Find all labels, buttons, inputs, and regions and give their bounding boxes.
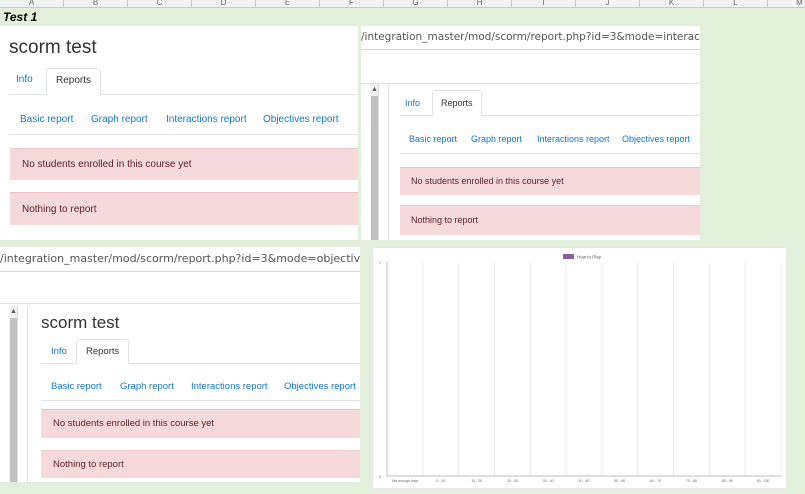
no-students-alert: No students enrolled in this course yet bbox=[41, 409, 360, 438]
column-header[interactable]: M bbox=[768, 0, 805, 7]
chart-y-tick-label: 0 bbox=[379, 475, 381, 479]
chart-x-tick-label: 20 - 30 bbox=[507, 479, 518, 483]
nothing-to-report-alert: Nothing to report bbox=[41, 450, 360, 478]
scroll-up-arrow[interactable]: ▲ bbox=[9, 308, 18, 316]
chart-x-tick-label: 40 - 50 bbox=[579, 479, 590, 483]
screenshot-reports-interactions: /integration_master/mod/scorm/report.php… bbox=[361, 26, 700, 240]
column-header[interactable]: K bbox=[640, 0, 704, 7]
column-header[interactable]: F bbox=[320, 0, 384, 7]
graph-report-chart: 0 1 Not enough data 0 - 10 10 - 20 20 - 30 30 … bbox=[379, 254, 782, 483]
scrollbar[interactable]: ▲ bbox=[9, 306, 18, 482]
chart-x-tick-label: 60 - 70 bbox=[650, 479, 661, 483]
content-divider bbox=[27, 306, 28, 482]
activity-tabs: Info Reports bbox=[400, 90, 700, 116]
chart-x-tick-label: 80 - 90 bbox=[722, 479, 733, 483]
chart-x-tick-label: 30 - 40 bbox=[543, 479, 554, 483]
column-header[interactable]: E bbox=[256, 0, 320, 7]
graph-report-link[interactable]: Graph report bbox=[120, 381, 174, 392]
scrollbar[interactable]: ▲ bbox=[370, 84, 379, 240]
address-bar[interactable]: /integration_master/mod/scorm/report.php… bbox=[0, 247, 360, 272]
interactions-report-link[interactable]: Interactions report bbox=[537, 134, 610, 144]
tab-reports[interactable]: Reports bbox=[46, 68, 102, 95]
column-header[interactable]: B bbox=[64, 0, 128, 7]
tab-reports[interactable]: Reports bbox=[76, 339, 130, 364]
scrollbar-thumb[interactable] bbox=[371, 96, 378, 240]
content-divider bbox=[388, 84, 389, 240]
interactions-report-link[interactable]: Interactions report bbox=[191, 381, 268, 392]
chart-x-tick-label: 70 - 80 bbox=[686, 479, 697, 483]
basic-report-link[interactable]: Basic report bbox=[51, 381, 102, 392]
tab-reports[interactable]: Reports bbox=[432, 90, 482, 116]
tab-info[interactable]: Info bbox=[51, 346, 67, 357]
graph-report-link[interactable]: Graph report bbox=[471, 134, 522, 144]
activity-tabs: Info Reports bbox=[9, 68, 358, 95]
report-subnav: Basic report Graph report Interactions r… bbox=[41, 376, 360, 401]
chart-x-tick-label: 50 - 60 bbox=[614, 479, 625, 483]
chart-legend-label: How to Play bbox=[577, 255, 602, 260]
screenshot-reports-objectives: /integration_master/mod/scorm/report.php… bbox=[0, 247, 360, 482]
column-header[interactable]: J bbox=[576, 0, 640, 7]
course-title: scorm test bbox=[9, 37, 97, 58]
no-students-alert: No students enrolled in this course yet bbox=[10, 148, 358, 180]
chart-x-tick-label: 0 - 10 bbox=[436, 479, 445, 483]
scroll-up-arrow[interactable]: ▲ bbox=[370, 86, 379, 94]
page-header-band bbox=[0, 272, 360, 304]
column-header[interactable]: I bbox=[512, 0, 576, 7]
graph-report-chart-panel: 0 1 Not enough data 0 - 10 10 - 20 20 - 30 30 … bbox=[372, 247, 787, 489]
objectives-report-link[interactable]: Objectives report bbox=[284, 381, 356, 392]
nothing-to-report-alert: Nothing to report bbox=[400, 205, 700, 235]
url-text: /integration_master/mod/scorm/report.php… bbox=[0, 252, 360, 265]
chart-legend-swatch bbox=[563, 254, 574, 259]
no-students-alert: No students enrolled in this course yet bbox=[400, 167, 700, 195]
basic-report-link[interactable]: Basic report bbox=[20, 114, 73, 125]
address-bar[interactable]: /integration_master/mod/scorm/report.php… bbox=[361, 26, 700, 50]
chart-y-tick-label: 1 bbox=[379, 261, 381, 265]
interactions-report-link[interactable]: Interactions report bbox=[166, 114, 247, 125]
column-header[interactable]: G bbox=[384, 0, 448, 7]
column-header[interactable]: C bbox=[128, 0, 192, 7]
objectives-report-link[interactable]: Objectives report bbox=[263, 114, 339, 125]
scrollbar-thumb[interactable] bbox=[10, 318, 17, 482]
graph-report-link[interactable]: Graph report bbox=[91, 114, 148, 125]
course-title: scorm test bbox=[41, 313, 120, 332]
page-header-band bbox=[361, 50, 700, 84]
nothing-to-report-alert: Nothing to report bbox=[10, 192, 358, 225]
activity-tabs: Info Reports bbox=[41, 339, 360, 364]
url-text: /integration_master/mod/scorm/report.php… bbox=[361, 31, 700, 43]
objectives-report-link[interactable]: Objectives report bbox=[622, 134, 690, 144]
report-subnav: Basic report Graph report Interactions r… bbox=[9, 108, 358, 135]
tab-info[interactable]: Info bbox=[12, 74, 37, 85]
tab-info[interactable]: Info bbox=[405, 98, 420, 108]
column-header[interactable]: L bbox=[704, 0, 768, 7]
report-subnav: Basic report Graph report Interactions r… bbox=[400, 128, 700, 154]
column-header[interactable]: A bbox=[0, 0, 64, 7]
column-header[interactable]: D bbox=[192, 0, 256, 7]
sheet-title: Test 1 bbox=[3, 10, 38, 24]
screenshot-reports-basic: scorm test Info Reports Basic report Gra… bbox=[0, 26, 358, 240]
chart-x-tick-label: Not enough data bbox=[392, 479, 418, 483]
chart-x-tick-label: 10 - 20 bbox=[471, 479, 482, 483]
column-header[interactable]: H bbox=[448, 0, 512, 7]
spreadsheet-column-headers: ABCDEFGHIJKLM bbox=[0, 0, 805, 8]
chart-x-tick-label: 90 - 100 bbox=[757, 479, 770, 483]
basic-report-link[interactable]: Basic report bbox=[409, 134, 457, 144]
